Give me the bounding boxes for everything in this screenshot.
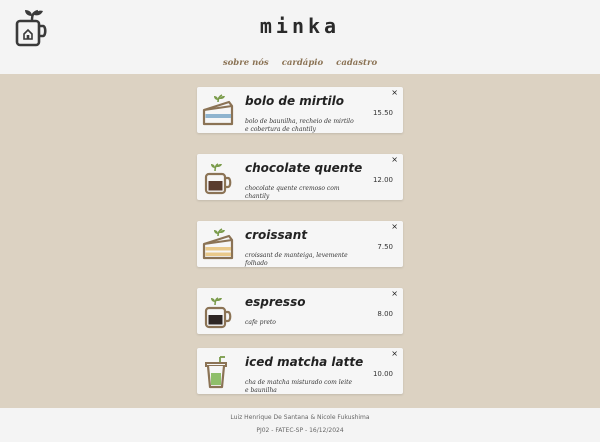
product-price: 7.50 <box>377 243 393 251</box>
product-description: bolo de baunilha, recheio de mirtilo e c… <box>245 118 354 133</box>
main-nav: sobre nós cardápio cadastro <box>0 58 600 68</box>
site-footer: Luiz Henrique De Santana & Nicole Fukush… <box>0 408 600 442</box>
product-price: 15.50 <box>372 109 393 117</box>
product-description: cafe preto <box>245 319 276 326</box>
iced-matcha-cup-icon <box>205 356 227 389</box>
cake-slice-blueberry-icon <box>202 94 234 126</box>
brand-title: minka <box>259 14 341 38</box>
remove-item-button[interactable]: × <box>391 156 398 164</box>
remove-item-button[interactable]: × <box>391 290 398 298</box>
espresso-cup-icon <box>204 297 232 329</box>
product-card[interactable]: bolo de mirtilo bolo de baunilha, rechei… <box>197 87 403 133</box>
remove-item-button[interactable]: × <box>391 223 398 231</box>
remove-item-button[interactable]: × <box>391 89 398 97</box>
product-card[interactable]: iced matcha latte cha de matcha misturad… <box>197 348 403 394</box>
product-name: iced matcha latte <box>245 355 364 369</box>
product-price: 8.00 <box>377 310 393 318</box>
product-description: cha de matcha misturado com leite e baun… <box>245 379 353 394</box>
product-name: croissant <box>245 228 308 242</box>
nav-link-register[interactable]: cadastro <box>336 58 377 68</box>
hot-chocolate-mug-icon <box>204 163 232 195</box>
croissant-cake-icon <box>202 228 234 260</box>
product-name: chocolate quente <box>245 161 363 175</box>
nav-link-about[interactable]: sobre nós <box>223 58 269 68</box>
product-name: espresso <box>245 295 306 309</box>
product-card[interactable]: espresso cafe preto 8.00 × <box>197 288 403 334</box>
site-header: minka sobre nós cardápio cadastro <box>0 0 600 74</box>
product-price: 12.00 <box>372 176 393 184</box>
product-description: croissant de manteiga, levemente folhado <box>245 252 348 267</box>
product-name: bolo de mirtilo <box>245 94 345 108</box>
remove-item-button[interactable]: × <box>391 350 398 358</box>
product-card[interactable]: chocolate quente chocolate quente cremos… <box>197 154 403 200</box>
product-description: chocolate quente cremoso com chantily <box>245 185 340 200</box>
product-card[interactable]: croissant croissant de manteiga, levemen… <box>197 221 403 267</box>
footer-course: PJ02 - FATEC-SP - 16/12/2024 <box>256 427 344 434</box>
footer-authors: Luiz Henrique De Santana & Nicole Fukush… <box>230 414 370 421</box>
nav-link-menu[interactable]: cardápio <box>282 58 323 68</box>
product-price: 10.00 <box>372 370 393 378</box>
